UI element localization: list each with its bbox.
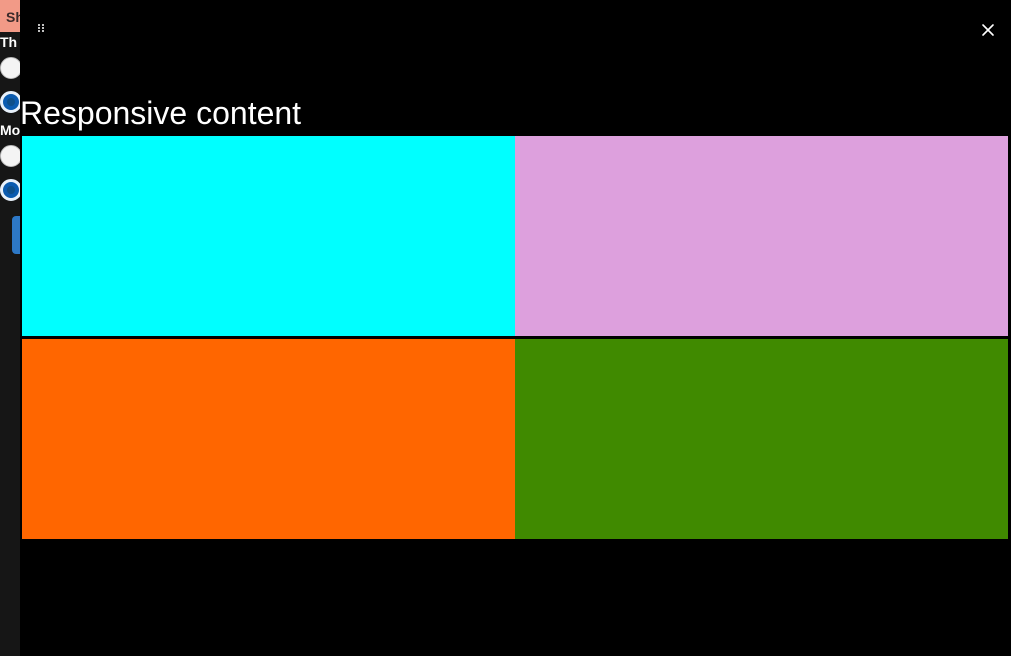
background-section-label: Mo [0,122,20,138]
background-app-header: Sh [0,0,20,32]
background-app: Sh Th Mo [0,0,20,656]
responsive-content-sheet: Responsive content [20,0,1011,656]
drag-handle-icon[interactable] [36,22,48,34]
tile-green [515,339,1008,539]
background-radio-option[interactable] [0,145,20,167]
background-radio-option-selected[interactable] [0,91,20,113]
background-action-button[interactable] [12,216,20,254]
background-app-header-title: Sh [6,9,20,25]
close-icon [982,24,994,36]
background-radio-option[interactable] [0,57,20,79]
background-section-label: Th [0,34,18,50]
page-title: Responsive content [20,95,302,132]
background-radio-option-selected[interactable] [0,179,20,201]
tile-cyan [22,136,515,336]
tile-grid [22,136,1008,539]
tile-orange [22,339,515,539]
close-button[interactable] [974,16,1002,44]
tile-plum [515,136,1008,336]
